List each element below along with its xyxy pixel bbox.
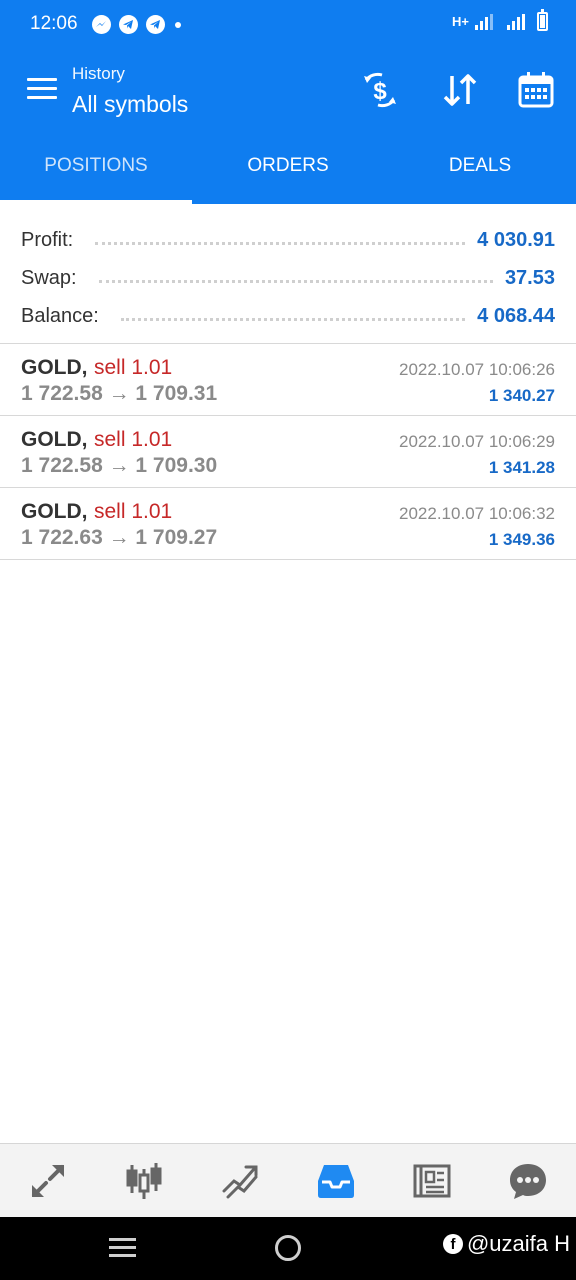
trade-icon <box>222 1165 258 1198</box>
nav-trade[interactable] <box>192 1144 288 1217</box>
status-right: H+ <box>452 9 548 31</box>
balance-label: Balance: <box>21 304 99 327</box>
symbol-filter[interactable]: All symbols <box>72 91 188 118</box>
status-time: 12:06 <box>30 13 78 34</box>
deal-profit: 1 349.36 <box>488 530 555 549</box>
nav-news[interactable] <box>384 1144 480 1217</box>
calendar-icon <box>518 72 554 108</box>
sort-button[interactable] <box>440 70 480 110</box>
notification-icons <box>92 15 181 34</box>
battery-icon <box>537 9 548 31</box>
deal-type: sell 1.01 <box>94 500 173 523</box>
deal-time: 2022.10.07 10:06:29 <box>399 432 555 451</box>
deal-prices: 1 722.58 → 1 709.30 <box>21 454 218 477</box>
deal-symbol: GOLD, <box>21 356 88 379</box>
watermark: f @uzaifa H <box>442 1231 570 1257</box>
list-item[interactable]: GOLD, sell 1.01 1 722.63 → 1 709.27 2022… <box>0 488 576 560</box>
deal-symbol: GOLD, <box>21 500 88 523</box>
profit-row: Profit: 4 030.91 <box>0 221 576 259</box>
deal-prices: 1 722.63 → 1 709.27 <box>21 526 218 549</box>
telegram-icon <box>119 15 138 34</box>
deal-prices: 1 722.58 → 1 709.31 <box>21 382 218 405</box>
watermark-text: @uzaifa H <box>466 1231 570 1256</box>
news-icon <box>413 1164 451 1197</box>
nav-quotes[interactable] <box>0 1144 96 1217</box>
signal-icon <box>507 13 525 30</box>
tab-positions[interactable]: POSITIONS <box>0 132 192 204</box>
deal-type: sell 1.01 <box>94 356 173 379</box>
deal-profit: 1 341.28 <box>488 458 555 477</box>
chat-icon <box>510 1163 546 1199</box>
dotted-leader <box>120 317 466 321</box>
nav-chart[interactable] <box>96 1144 192 1217</box>
list-item[interactable]: GOLD, sell 1.01 1 722.58 → 1 709.31 2022… <box>0 344 576 416</box>
menu-button[interactable] <box>27 78 57 100</box>
swap-label: Swap: <box>21 266 77 289</box>
home-button[interactable] <box>275 1235 301 1261</box>
sort-icon <box>443 74 477 106</box>
deal-time: 2022.10.07 10:06:32 <box>399 504 555 523</box>
network-type: H+ <box>452 14 469 29</box>
tab-deals[interactable]: DEALS <box>384 132 576 204</box>
profit-label: Profit: <box>21 228 74 251</box>
app-bar: History All symbols $ <box>0 48 576 132</box>
balance-row: Balance: 4 068.44 <box>0 297 576 335</box>
history-icon <box>318 1164 354 1198</box>
currency-exchange-icon: $ <box>364 72 396 108</box>
profit-value: 4 030.91 <box>477 228 555 251</box>
quotes-icon <box>32 1164 64 1197</box>
deal-type: sell 1.01 <box>94 428 173 451</box>
system-nav-bar: f @uzaifa H <box>0 1217 576 1280</box>
history-list: GOLD, sell 1.01 1 722.58 → 1 709.31 2022… <box>0 344 576 560</box>
facebook-icon: f <box>442 1234 463 1254</box>
list-item[interactable]: GOLD, sell 1.01 1 722.58 → 1 709.30 2022… <box>0 416 576 488</box>
bottom-nav <box>0 1143 576 1217</box>
swap-value: 37.53 <box>504 266 555 289</box>
more-notifications-dot <box>175 21 181 28</box>
app-subtitle: History <box>72 64 125 83</box>
status-bar: 12:06 H+ <box>0 0 576 48</box>
deal-symbol: GOLD, <box>21 428 88 451</box>
nav-chat[interactable] <box>480 1144 576 1217</box>
swap-row: Swap: 37.53 <box>0 259 576 297</box>
menu-icon <box>27 78 57 81</box>
summary-panel: Profit: 4 030.91 Swap: 37.53 Balance: 4 … <box>0 204 576 344</box>
signal-icon <box>475 13 493 30</box>
recent-apps-button[interactable] <box>109 1238 136 1258</box>
tab-orders[interactable]: ORDERS <box>192 132 384 204</box>
messenger-icon <box>92 15 111 34</box>
chart-icon <box>126 1162 162 1199</box>
telegram-icon <box>146 15 165 34</box>
tab-bar: POSITIONS ORDERS DEALS <box>0 132 576 204</box>
nav-history[interactable] <box>288 1144 384 1217</box>
deal-profit: 1 340.27 <box>488 386 555 405</box>
currency-exchange-button[interactable]: $ <box>360 70 400 110</box>
calendar-button[interactable] <box>516 70 556 110</box>
balance-value: 4 068.44 <box>477 304 555 327</box>
deal-time: 2022.10.07 10:06:26 <box>399 360 555 379</box>
dotted-leader <box>98 279 493 283</box>
dotted-leader <box>95 241 466 245</box>
svg-text:$: $ <box>373 78 387 105</box>
